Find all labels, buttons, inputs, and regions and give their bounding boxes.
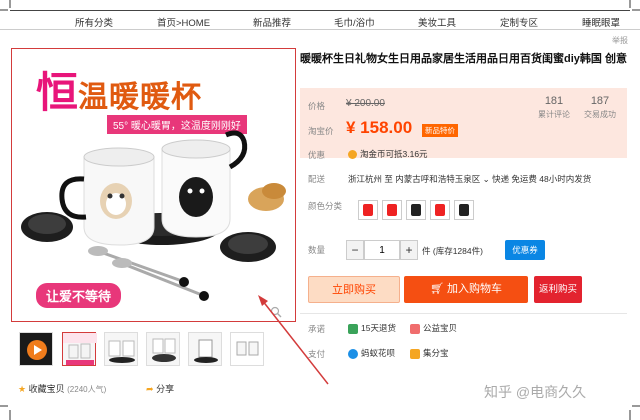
stock-info: 件 (库存1284件) [422, 246, 483, 256]
thumbnail-image [236, 341, 259, 356]
thumbnail-video[interactable] [19, 332, 53, 366]
main-product-image[interactable]: 恒温暖暖杯 55° 暖心暖胃，这温度刚刚好 让爱不等待 [11, 48, 296, 322]
buy-now-button[interactable]: 立即购买 [308, 276, 400, 303]
stat-reviews-num: 181 [544, 95, 564, 107]
zoom-icon[interactable] [270, 306, 282, 318]
nav-item-new[interactable]: 新品推荐 [253, 15, 291, 29]
quantity-input[interactable] [364, 240, 400, 260]
huabei-icon [348, 348, 358, 359]
report-link[interactable]: 举报 [612, 35, 628, 46]
coin-icon [348, 150, 357, 160]
price-label: 价格 [308, 101, 326, 111]
thumbnail-image [108, 340, 135, 363]
return-icon [348, 323, 358, 334]
quantity-decrease-button[interactable]: − [346, 240, 364, 260]
shipping-info[interactable]: 浙江杭州 至 内蒙古呼和浩特玉泉区 ⌄ 快递 免运费 48小时内发货 [348, 173, 591, 185]
watermark: 知乎 @电商久久 [484, 384, 587, 400]
add-to-cart-button[interactable]: 🛒︎ 加入购物车 [404, 276, 528, 303]
color-option-5[interactable] [454, 200, 474, 220]
sale-badge: 新品特价 [422, 124, 458, 137]
thumbnail-3[interactable] [146, 332, 180, 366]
product-title: 暖暖杯生日礼物女生日用品家居生活用品日用百货闺蜜diy韩国 创意 [300, 53, 627, 65]
promise-charity-label: 公益宝贝 [423, 323, 458, 333]
pay-jifenbao[interactable]: 集分宝 [410, 347, 449, 359]
quantity-increase-button[interactable]: + [400, 240, 418, 260]
stat-sales-label: 交易成功 [584, 110, 616, 119]
nav-item-custom[interactable]: 定制专区 [500, 15, 538, 29]
quantity-label: 数量 [308, 245, 326, 255]
cart-icon: 🛒︎ [429, 283, 444, 295]
stat-reviews-label: 累计评论 [538, 110, 570, 119]
share-link[interactable]: ➦ 分享 [146, 382, 174, 395]
pay-label: 支付 [308, 349, 326, 359]
charity-icon [410, 323, 420, 334]
thumbnail-image [194, 339, 218, 363]
coupon-label: 优惠 [308, 150, 326, 160]
favorite-label: 收藏宝贝 [28, 384, 65, 394]
promise-label: 承诺 [308, 324, 326, 334]
nav-item-home[interactable]: 首页>HOME [157, 15, 210, 29]
share-label: 分享 [156, 384, 175, 394]
shipping-label: 配送 [308, 174, 326, 184]
nav-bottom-border [0, 29, 640, 30]
nav-item-all-categories[interactable]: 所有分类 [75, 15, 113, 29]
nav-top-border [10, 10, 630, 11]
nav-item-beauty[interactable]: 美妆工具 [418, 15, 456, 29]
share-icon: ➦ [146, 384, 154, 394]
add-to-cart-label: 加入购物车 [447, 283, 503, 295]
promise-return[interactable]: 15天退货 [348, 322, 396, 334]
play-icon [27, 340, 47, 360]
stat-sales-num: 187 [590, 95, 610, 107]
promise-return-label: 15天退货 [361, 323, 396, 333]
coupon-text: 淘金币可抵3.16元 [360, 149, 428, 159]
favorite-count: (2240人气) [67, 385, 107, 394]
pay-huabei-label: 蚂蚁花呗 [361, 348, 396, 358]
divider [300, 313, 627, 314]
sale-price: ¥ 158.00 [346, 118, 413, 137]
jifenbao-icon [410, 348, 420, 359]
stat-reviews[interactable]: 181 累计评论 [538, 95, 570, 120]
nav-item-towels[interactable]: 毛巾/浴巾 [334, 15, 375, 29]
thumbnail-5[interactable] [230, 332, 264, 366]
star-icon: ★ [18, 384, 27, 394]
top-nav: 所有分类 首页>HOME 新品推荐 毛巾/浴巾 美妆工具 定制专区 睡眠眼罩 [0, 0, 640, 30]
color-label: 颜色分类 [308, 201, 343, 211]
promo-label: 淘宝价 [308, 126, 334, 136]
color-option-1[interactable] [358, 200, 378, 220]
thumbnail-image [152, 338, 176, 362]
stat-sales[interactable]: 187 交易成功 [584, 95, 616, 120]
thumbnail-4[interactable] [188, 332, 222, 366]
coupon-info: 淘金币可抵3.16元 [348, 148, 428, 160]
pay-huabei[interactable]: 蚂蚁花呗 [348, 347, 395, 359]
product-photo [21, 130, 286, 301]
favorite-link[interactable]: ★ 收藏宝贝 (2240人气) [18, 382, 106, 395]
pay-jifenbao-label: 集分宝 [423, 348, 449, 358]
color-option-3[interactable] [406, 200, 426, 220]
hero-bottom-banner: 让爱不等待 [36, 283, 122, 308]
original-price: ¥ 200.00 [346, 98, 385, 109]
thumbnail-2[interactable] [104, 332, 138, 366]
thumbnail-image [63, 333, 97, 365]
color-option-2[interactable] [382, 200, 402, 220]
promise-charity[interactable]: 公益宝贝 [410, 322, 457, 334]
coupon-button[interactable]: 优惠券 [505, 240, 545, 260]
color-option-4[interactable] [430, 200, 450, 220]
rebate-buy-button[interactable]: 返利购买 [534, 276, 582, 303]
nav-item-eyemask[interactable]: 睡眠眼罩 [582, 15, 620, 29]
thumbnail-1[interactable] [62, 332, 97, 366]
